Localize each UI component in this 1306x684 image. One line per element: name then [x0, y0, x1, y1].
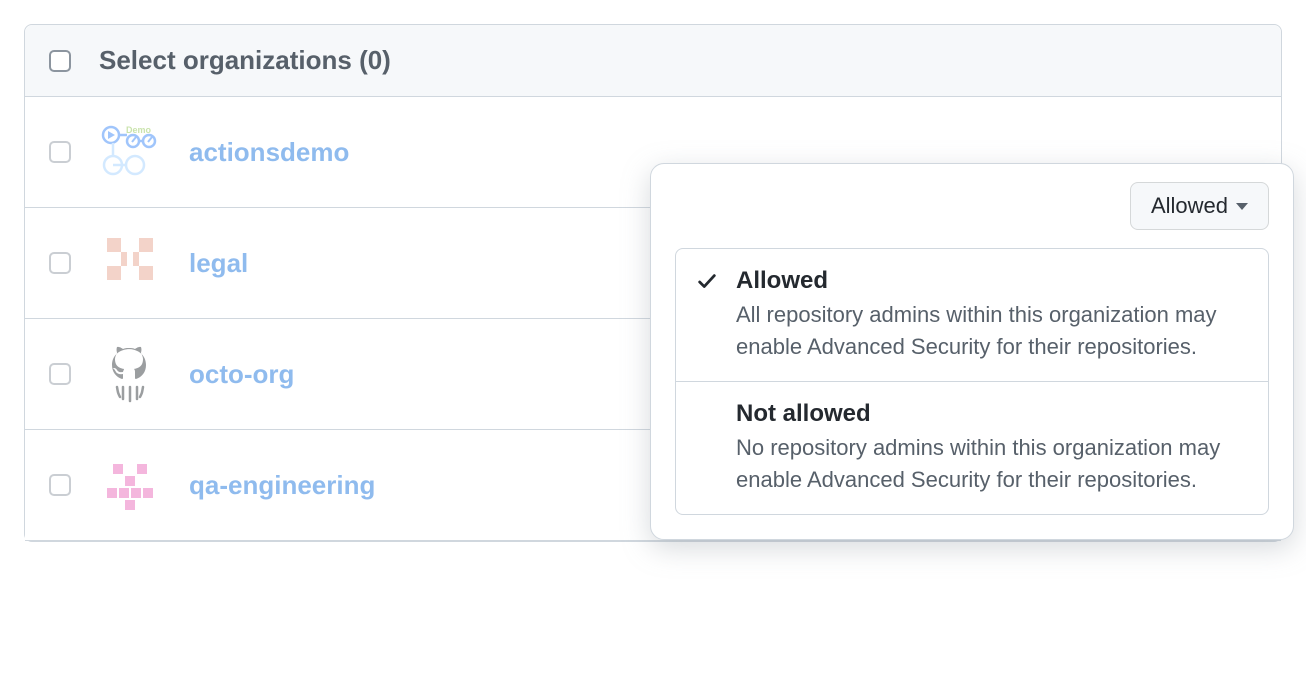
- dropdown-option-allowed[interactable]: Allowed All repository admins within thi…: [676, 249, 1268, 381]
- svg-text:Demo: Demo: [126, 125, 152, 135]
- chevron-down-icon: [1236, 203, 1248, 210]
- org-avatar: [99, 454, 161, 516]
- dropdown-option-description: All repository admins within this organi…: [736, 299, 1248, 363]
- org-avatar: [99, 343, 161, 405]
- dropdown-option-title: Allowed: [736, 267, 1248, 295]
- dropdown-option-text: Not allowed No repository admins within …: [736, 400, 1248, 496]
- allowed-button-label: Allowed: [1151, 193, 1228, 219]
- panel-title: Select organizations (0): [99, 45, 391, 76]
- dropdown-option-text: Allowed All repository admins within thi…: [736, 267, 1248, 363]
- dropdown-option-title: Not allowed: [736, 400, 1248, 428]
- panel-header: Select organizations (0): [25, 25, 1281, 97]
- allowed-dropdown-panel: Allowed Allowed All repository admins wi…: [650, 163, 1294, 540]
- org-checkbox[interactable]: [49, 141, 71, 163]
- organizations-panel: Select organizations (0) Demo actionsdem…: [24, 24, 1282, 542]
- check-column: [696, 400, 722, 404]
- workflow-icon: Demo: [99, 121, 161, 183]
- org-checkbox[interactable]: [49, 363, 71, 385]
- select-all-checkbox[interactable]: [49, 50, 71, 72]
- dropdown-option-description: No repository admins within this organiz…: [736, 432, 1248, 496]
- dropdown-header: Allowed: [651, 182, 1293, 248]
- identicon-icon: [99, 232, 161, 294]
- org-avatar: [99, 232, 161, 294]
- check-column: [696, 267, 722, 298]
- identicon-icon: [99, 454, 161, 516]
- dropdown-menu: Allowed All repository admins within thi…: [675, 248, 1269, 515]
- org-checkbox[interactable]: [49, 252, 71, 274]
- dropdown-option-not-allowed[interactable]: Not allowed No repository admins within …: [676, 381, 1268, 514]
- allowed-dropdown-button-active[interactable]: Allowed: [1130, 182, 1269, 230]
- org-checkbox[interactable]: [49, 474, 71, 496]
- check-icon: [696, 271, 718, 293]
- octocat-icon: [99, 343, 161, 405]
- org-avatar: Demo: [99, 121, 161, 183]
